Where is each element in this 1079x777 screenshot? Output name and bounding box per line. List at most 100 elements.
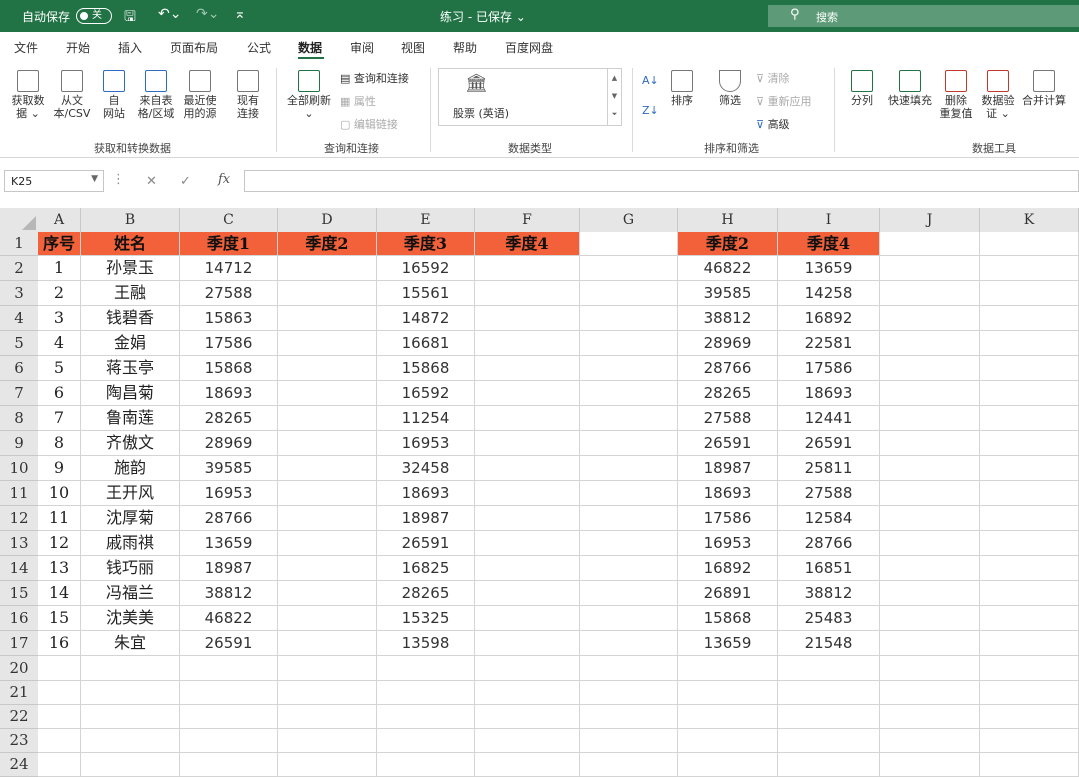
cell-k21[interactable] (980, 681, 1079, 705)
redo-icon[interactable]: ↷⌄ (196, 6, 219, 22)
cell-k7[interactable] (980, 381, 1079, 406)
sort-button[interactable]: 排序 (664, 70, 700, 107)
edit-links-button[interactable]: ▢ 编辑链接 (340, 116, 398, 132)
cell-j12[interactable] (880, 506, 980, 531)
cell-a20[interactable] (38, 656, 81, 681)
tab-baidu-netdisk[interactable]: 百度网盘 (505, 39, 553, 56)
cell-f2[interactable] (475, 256, 580, 281)
cell-c11[interactable]: 16953 (180, 481, 278, 506)
cell-j2[interactable] (880, 256, 980, 281)
cell-h17[interactable]: 13659 (678, 631, 778, 656)
advanced-button[interactable]: ⊽ 高级 (756, 116, 790, 132)
cell-h2[interactable]: 46822 (678, 256, 778, 281)
row-header-2[interactable]: 2 (0, 256, 38, 281)
cell-f23[interactable] (475, 729, 580, 753)
cell-a11[interactable]: 10 (38, 481, 81, 506)
remove-duplicates-button[interactable]: 删除 重复值 (936, 70, 976, 120)
cancel-icon[interactable]: ✕ (146, 174, 157, 189)
cell-i13[interactable]: 28766 (778, 531, 880, 556)
cell-f4[interactable] (475, 306, 580, 331)
cell-f14[interactable] (475, 556, 580, 581)
reapply-button[interactable]: ⊽ 重新应用 (756, 93, 812, 109)
cell-k15[interactable] (980, 581, 1079, 606)
gallery-scroll[interactable]: ▲ ▼ ⏷ (607, 69, 621, 125)
column-header-h[interactable]: H (678, 208, 778, 232)
cell-b10[interactable]: 施韵 (81, 456, 180, 481)
cell-f9[interactable] (475, 431, 580, 456)
cell-e23[interactable] (377, 729, 475, 753)
cell-a5[interactable]: 4 (38, 331, 81, 356)
from-text-csv-button[interactable]: 从文 本/CSV (50, 70, 94, 120)
cell-e11[interactable]: 18693 (377, 481, 475, 506)
cell-g2[interactable] (580, 256, 678, 281)
cell-b21[interactable] (81, 681, 180, 705)
row-header-3[interactable]: 3 (0, 281, 38, 306)
cell-j9[interactable] (880, 431, 980, 456)
cell-j24[interactable] (880, 753, 980, 777)
cell-f16[interactable] (475, 606, 580, 631)
cell-k16[interactable] (980, 606, 1079, 631)
cell-k11[interactable] (980, 481, 1079, 506)
cell-c9[interactable]: 28969 (180, 431, 278, 456)
cell-j10[interactable] (880, 456, 980, 481)
cell-c8[interactable]: 28265 (180, 406, 278, 431)
cell-g16[interactable] (580, 606, 678, 631)
cell-c15[interactable]: 38812 (180, 581, 278, 606)
cell-f6[interactable] (475, 356, 580, 381)
cell-k2[interactable] (980, 256, 1079, 281)
cell-j7[interactable] (880, 381, 980, 406)
cell-e5[interactable]: 16681 (377, 331, 475, 356)
cell-e4[interactable]: 14872 (377, 306, 475, 331)
cell-h13[interactable]: 16953 (678, 531, 778, 556)
cell-g15[interactable] (580, 581, 678, 606)
cell-e1[interactable]: 季度3 (377, 232, 475, 256)
row-header-22[interactable]: 22 (0, 705, 38, 729)
cell-e14[interactable]: 16825 (377, 556, 475, 581)
cell-f12[interactable] (475, 506, 580, 531)
cell-g24[interactable] (580, 753, 678, 777)
cell-i14[interactable]: 16851 (778, 556, 880, 581)
cell-d9[interactable] (278, 431, 377, 456)
cell-a6[interactable]: 5 (38, 356, 81, 381)
document-title[interactable]: 练习 - 已保存 ⌄ (440, 8, 526, 25)
save-icon[interactable]: 🖫 (124, 6, 136, 30)
tab-help[interactable]: 帮助 (453, 39, 477, 56)
consolidate-button[interactable]: 合并计算 (1018, 70, 1070, 107)
cell-f17[interactable] (475, 631, 580, 656)
cell-c1[interactable]: 季度1 (180, 232, 278, 256)
cell-e17[interactable]: 13598 (377, 631, 475, 656)
cell-c12[interactable]: 28766 (180, 506, 278, 531)
autosave-toggle[interactable]: 关 (76, 8, 112, 24)
cell-e3[interactable]: 15561 (377, 281, 475, 306)
cell-e20[interactable] (377, 656, 475, 681)
cell-d20[interactable] (278, 656, 377, 681)
cell-j11[interactable] (880, 481, 980, 506)
cell-h21[interactable] (678, 681, 778, 705)
cell-k20[interactable] (980, 656, 1079, 681)
cell-f22[interactable] (475, 705, 580, 729)
cell-b7[interactable]: 陶昌菊 (81, 381, 180, 406)
sort-ascending-icon[interactable]: A↓ (642, 74, 659, 87)
text-to-columns-button[interactable]: 分列 (846, 70, 878, 107)
search-box[interactable]: ⚲ 搜索 (768, 5, 1079, 27)
cell-h8[interactable]: 27588 (678, 406, 778, 431)
cell-j8[interactable] (880, 406, 980, 431)
tab-data[interactable]: 数据 (298, 39, 322, 56)
tab-home[interactable]: 开始 (66, 39, 90, 56)
cell-g9[interactable] (580, 431, 678, 456)
cell-i3[interactable]: 14258 (778, 281, 880, 306)
cell-j20[interactable] (880, 656, 980, 681)
cell-e24[interactable] (377, 753, 475, 777)
cell-e12[interactable]: 18987 (377, 506, 475, 531)
cell-c5[interactable]: 17586 (180, 331, 278, 356)
cell-a4[interactable]: 3 (38, 306, 81, 331)
cell-h24[interactable] (678, 753, 778, 777)
tab-page-layout[interactable]: 页面布局 (170, 39, 218, 56)
cell-d1[interactable]: 季度2 (278, 232, 377, 256)
cell-k22[interactable] (980, 705, 1079, 729)
cell-g1[interactable] (580, 232, 678, 256)
cell-i11[interactable]: 27588 (778, 481, 880, 506)
row-header-24[interactable]: 24 (0, 753, 38, 777)
cell-a8[interactable]: 7 (38, 406, 81, 431)
cell-b3[interactable]: 王融 (81, 281, 180, 306)
